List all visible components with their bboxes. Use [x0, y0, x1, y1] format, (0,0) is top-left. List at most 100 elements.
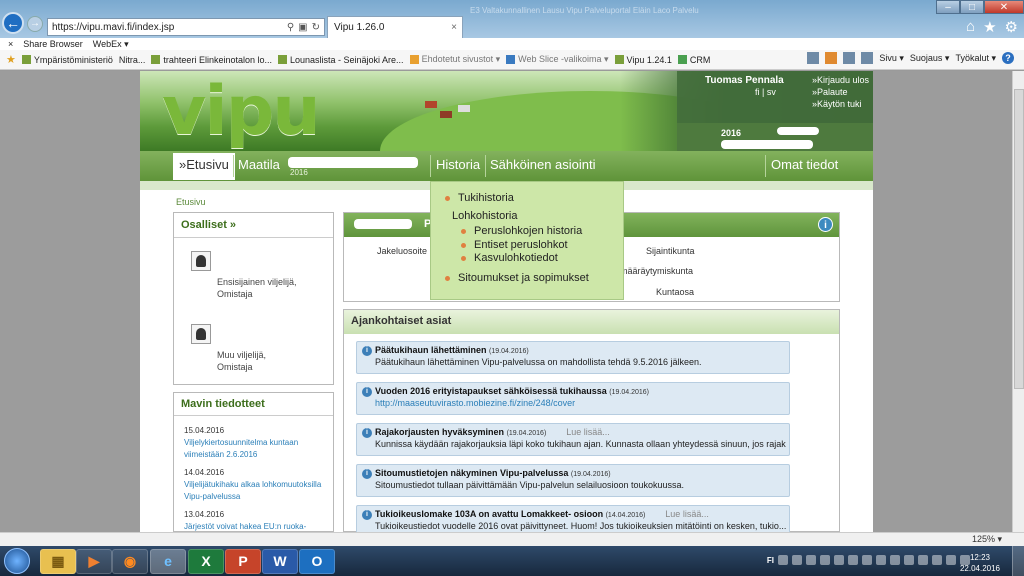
close-bar-icon[interactable]: ×: [8, 39, 13, 49]
address-bar[interactable]: https://vipu.mavi.fi/index.jsp ⚲ ▣ ↻: [47, 18, 325, 36]
favorite-link[interactable]: Ympäristöministeriö: [21, 55, 113, 65]
notice-link[interactable]: http://maaseutuvirasto.mobiezine.fi/zine…: [375, 398, 787, 408]
menu-item-lohkohistoria[interactable]: Lohkohistoria: [452, 210, 517, 222]
menu-item-sitoumukset[interactable]: Sitoumukset ja sopimukset: [445, 272, 589, 284]
read-more-link[interactable]: Lue lisää...: [665, 509, 709, 519]
nav-maatila[interactable]: Maatila: [238, 151, 280, 181]
gear-icon[interactable]: ⚙: [1005, 18, 1018, 36]
support-link[interactable]: »Käytön tuki: [812, 98, 869, 110]
nav-sahkoinen-asiointi[interactable]: Sähköinen asiointi: [490, 151, 596, 181]
news-link[interactable]: Viljelykiertosuunnitelma kuntaan viimeis…: [184, 437, 324, 461]
maximize-button[interactable]: □: [960, 0, 984, 14]
info-icon: i: [362, 428, 372, 438]
zoom-level[interactable]: 125% ▾: [972, 534, 1002, 545]
notice-item[interactable]: i Vuoden 2016 erityistapaukset sähköisess…: [356, 382, 790, 415]
tray-icon[interactable]: [834, 555, 844, 565]
tray-icon[interactable]: [820, 555, 830, 565]
back-arrow-icon[interactable]: ←: [2, 12, 24, 34]
lock-icon[interactable]: ▣: [298, 22, 307, 33]
explorer-icon[interactable]: ▦: [40, 549, 76, 574]
minimize-button[interactable]: –: [936, 0, 960, 14]
favorite-link[interactable]: Vipu 1.24.1: [614, 55, 672, 65]
address-text[interactable]: https://vipu.mavi.fi/index.jsp: [52, 22, 174, 33]
refresh-icon[interactable]: ↻: [312, 22, 320, 33]
help-icon[interactable]: ?: [1002, 52, 1014, 64]
favorites-star-icon[interactable]: ★: [6, 53, 16, 66]
tray-icon[interactable]: [890, 555, 900, 565]
notice-title[interactable]: Vuoden 2016 erityistapaukset sähköisessä…: [375, 386, 607, 396]
breadcrumb[interactable]: Etusivu: [176, 197, 206, 207]
menu-item-kasvulohkotiedot[interactable]: Kasvulohkotiedot: [461, 252, 558, 264]
tyokalut-menu[interactable]: Työkalut ▾: [955, 53, 996, 64]
tab-vipu[interactable]: Vipu 1.26.0 ×: [327, 16, 463, 38]
tab-close-icon[interactable]: ×: [451, 22, 457, 33]
tray-icon[interactable]: [918, 555, 928, 565]
tray-icon[interactable]: [792, 555, 802, 565]
sivu-menu[interactable]: Sivu ▾: [879, 53, 904, 64]
vipu-logo[interactable]: vipu: [162, 78, 321, 146]
tray-icon[interactable]: [778, 555, 788, 565]
favorite-link[interactable]: trahteeri Elinkeinotalon lo...: [151, 55, 272, 65]
internet-explorer-icon[interactable]: e: [150, 549, 186, 574]
notice-item[interactable]: i Rajakorjausten hyväksyminen (19.04.2016…: [356, 423, 790, 456]
tray-icon[interactable]: [932, 555, 942, 565]
start-button[interactable]: [4, 548, 30, 574]
menu-item-tukihistoria[interactable]: Tukihistoria: [445, 192, 514, 204]
news-link[interactable]: Viljelijätukihaku alkaa lohkomuutoksilla…: [184, 479, 324, 503]
notice-item[interactable]: i Päätukihaun lähettäminen (19.04.2016) Pä…: [356, 341, 790, 374]
rss-icon[interactable]: [825, 52, 838, 64]
firefox-icon[interactable]: ◉: [112, 549, 148, 574]
powerpoint-icon[interactable]: P: [225, 549, 261, 574]
print-icon[interactable]: [861, 52, 874, 64]
nav-historia[interactable]: Historia: [436, 151, 480, 181]
mail-icon[interactable]: [843, 52, 856, 64]
notice-item[interactable]: i Sitoumustietojen näkyminen Vipu-palvelu…: [356, 464, 790, 497]
info-icon[interactable]: i: [818, 217, 833, 232]
media-player-icon[interactable]: ▶: [76, 549, 112, 574]
excel-icon[interactable]: X: [188, 549, 224, 574]
nav-omat-tiedot[interactable]: Omat tiedot: [771, 151, 838, 181]
feedback-link[interactable]: »Palaute: [812, 86, 869, 98]
nav-separator: [430, 155, 431, 177]
tray-icon[interactable]: [806, 555, 816, 565]
osalliset-title[interactable]: Osalliset »: [181, 219, 236, 231]
favorite-link[interactable]: CRM: [677, 55, 710, 65]
share-browser-button[interactable]: Share Browser: [23, 39, 83, 49]
favorite-link[interactable]: Ehdotetut sivustot ▾: [409, 54, 500, 65]
clock[interactable]: 12:23 22.04.2016: [960, 552, 1000, 574]
notice-title[interactable]: Tukioikeuslomake 103A on avattu Lomakkee…: [375, 509, 603, 519]
menu-item-peruslohkojen-historia[interactable]: Peruslohkojen historia: [460, 225, 582, 237]
read-more-link[interactable]: Lue lisää...: [566, 427, 610, 437]
language-switch[interactable]: fi | sv: [755, 87, 776, 97]
suojaus-menu[interactable]: Suojaus ▾: [910, 53, 950, 64]
favorite-link[interactable]: Lounaslista - Seinäjoki Are...: [277, 55, 404, 65]
notice-title[interactable]: Päätukihaun lähettäminen: [375, 345, 487, 355]
home-icon[interactable]: [807, 52, 820, 64]
vertical-scrollbar[interactable]: [1012, 71, 1024, 532]
webex-button[interactable]: WebEx ▾: [93, 39, 129, 50]
search-icon[interactable]: ⚲: [287, 22, 294, 33]
tray-icon[interactable]: [862, 555, 872, 565]
menu-item-entiset-peruslohkot[interactable]: Entiset peruslohkot: [461, 239, 568, 251]
word-icon[interactable]: W: [262, 549, 298, 574]
input-language[interactable]: FI: [767, 556, 774, 565]
favorite-link[interactable]: Nitra...: [119, 55, 146, 65]
outlook-icon[interactable]: O: [299, 549, 335, 574]
background-tabs[interactable]: E3 Valtakunnallinen Lausu Vipu Palvelupo…: [470, 6, 699, 15]
notice-title[interactable]: Sitoumustietojen näkyminen Vipu-palvelus…: [375, 468, 568, 478]
logout-link[interactable]: »Kirjaudu ulos: [812, 74, 869, 86]
notice-title[interactable]: Rajakorjausten hyväksyminen: [375, 427, 504, 437]
tray-icon[interactable]: [876, 555, 886, 565]
close-window-button[interactable]: ✕: [984, 0, 1024, 14]
home-icon[interactable]: ⌂: [966, 18, 975, 36]
forward-arrow-icon[interactable]: →: [27, 16, 43, 32]
show-desktop-button[interactable]: [1012, 546, 1024, 576]
status-bar: [0, 532, 1024, 546]
favorites-star-icon[interactable]: ★: [983, 18, 996, 36]
volume-icon[interactable]: [946, 555, 956, 565]
nav-etusivu[interactable]: »Etusivu: [173, 153, 235, 180]
favorite-link[interactable]: Web Slice -valikoima ▾: [506, 54, 609, 65]
tray-icon[interactable]: [904, 555, 914, 565]
tray-icon[interactable]: [848, 555, 858, 565]
scrollbar-thumb[interactable]: [1014, 89, 1024, 389]
